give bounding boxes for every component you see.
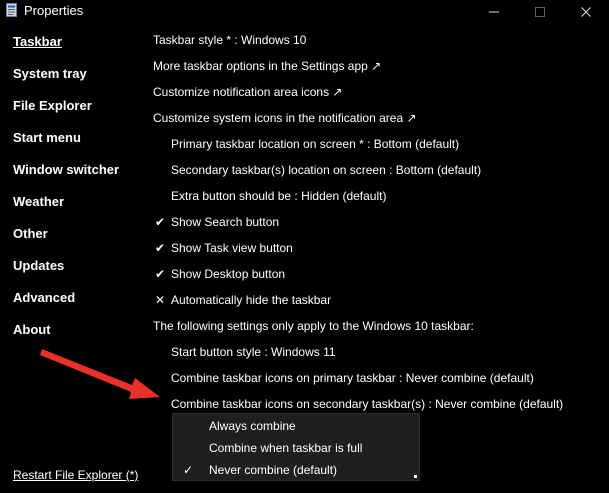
close-icon	[581, 7, 591, 17]
secondary-taskbar-location-setting[interactable]: Secondary taskbar(s) location on screen …	[171, 163, 481, 177]
dropdown-option-never-combine[interactable]: Never combine (default)	[209, 463, 337, 477]
sidebar-item-updates[interactable]: Updates	[13, 258, 64, 273]
combine-primary-taskbar-setting[interactable]: Combine taskbar icons on primary taskbar…	[171, 371, 534, 385]
auto-hide-taskbar-toggle[interactable]: Automatically hide the taskbar	[171, 293, 331, 307]
title-bar[interactable]: Properties	[0, 0, 609, 24]
customize-notification-icons-link[interactable]: Customize notification area icons ↗	[153, 85, 342, 99]
properties-window: Properties Taskbar System tray File Expl…	[0, 0, 609, 493]
start-button-style-setting[interactable]: Start button style : Windows 11	[171, 345, 336, 359]
show-desktop-button-toggle[interactable]: Show Desktop button	[171, 267, 285, 281]
sidebar-item-start-menu[interactable]: Start menu	[13, 130, 81, 145]
dropdown-option-combine-when-full[interactable]: Combine when taskbar is full	[209, 441, 362, 455]
properties-app-icon	[6, 3, 17, 17]
resize-grip-icon	[414, 475, 417, 478]
customize-system-icons-link[interactable]: Customize system icons in the notificati…	[153, 111, 417, 125]
auto-hide-cross-icon: ✕	[154, 293, 166, 307]
maximize-button[interactable]	[517, 0, 563, 24]
sidebar-item-file-explorer[interactable]: File Explorer	[13, 98, 92, 113]
more-taskbar-options-link[interactable]: More taskbar options in the Settings app…	[153, 59, 381, 73]
taskbar-style-setting[interactable]: Taskbar style * : Windows 10	[153, 33, 306, 47]
show-search-check-icon: ✔	[154, 215, 166, 229]
maximize-icon	[535, 7, 545, 17]
sidebar-item-weather[interactable]: Weather	[13, 194, 64, 209]
sidebar-item-window-switcher[interactable]: Window switcher	[13, 162, 119, 177]
show-task-view-check-icon: ✔	[154, 241, 166, 255]
show-search-button-toggle[interactable]: Show Search button	[171, 215, 279, 229]
dropdown-option-always-combine[interactable]: Always combine	[209, 419, 296, 433]
show-desktop-check-icon: ✔	[154, 267, 166, 281]
minimize-button[interactable]	[471, 0, 517, 24]
selected-check-icon: ✓	[183, 463, 194, 477]
combine-secondary-taskbar-setting[interactable]: Combine taskbar icons on secondary taskb…	[171, 397, 563, 411]
close-button[interactable]	[563, 0, 609, 24]
minimize-icon	[489, 11, 499, 13]
sidebar-item-system-tray[interactable]: System tray	[13, 66, 87, 81]
show-task-view-button-toggle[interactable]: Show Task view button	[171, 241, 293, 255]
extra-button-setting[interactable]: Extra button should be : Hidden (default…	[171, 189, 386, 203]
sidebar-item-about[interactable]: About	[13, 322, 51, 337]
window-title: Properties	[24, 3, 84, 18]
combine-options-dropdown: Always combine Combine when taskbar is f…	[172, 413, 420, 481]
sidebar-item-taskbar[interactable]: Taskbar	[13, 34, 62, 49]
primary-taskbar-location-setting[interactable]: Primary taskbar location on screen * : B…	[171, 137, 459, 151]
sidebar-item-other[interactable]: Other	[13, 226, 48, 241]
sidebar: Taskbar System tray File Explorer Start …	[0, 24, 145, 493]
sidebar-item-advanced[interactable]: Advanced	[13, 290, 75, 305]
windows10-only-note: The following settings only apply to the…	[153, 319, 474, 333]
restart-file-explorer-link[interactable]: Restart File Explorer (*)	[13, 468, 138, 482]
